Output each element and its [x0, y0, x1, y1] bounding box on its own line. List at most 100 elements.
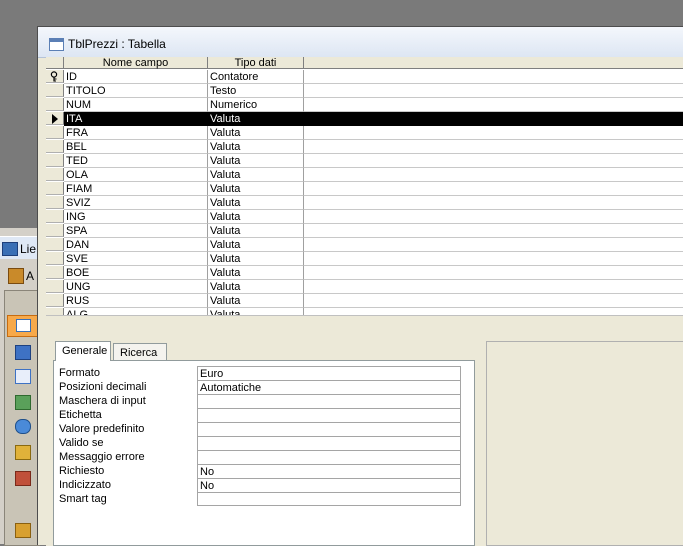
field-name-cell[interactable]: SVE	[64, 252, 208, 266]
property-value-field[interactable]	[197, 422, 461, 436]
data-type-cell[interactable]: Valuta	[208, 154, 304, 168]
row-selector[interactable]	[46, 112, 64, 125]
property-value-field[interactable]	[197, 394, 461, 408]
description-cell[interactable]	[304, 308, 683, 315]
row-selector[interactable]	[46, 196, 64, 209]
table-row[interactable]: RUS Valuta	[46, 294, 683, 308]
description-cell[interactable]	[304, 140, 683, 154]
property-value-field[interactable]	[197, 492, 461, 506]
data-type-cell[interactable]: Valuta	[208, 182, 304, 196]
field-name-cell[interactable]: TED	[64, 154, 208, 168]
description-cell[interactable]	[304, 238, 683, 252]
data-type-cell[interactable]: Valuta	[208, 224, 304, 238]
property-value-field[interactable]: Automatiche	[197, 380, 461, 394]
macro-icon[interactable]	[15, 445, 31, 460]
description-cell[interactable]	[304, 294, 683, 308]
row-selector[interactable]	[46, 168, 64, 181]
data-type-cell[interactable]: Valuta	[208, 112, 304, 126]
row-selector[interactable]	[46, 126, 64, 139]
property-value-field[interactable]: Euro	[197, 366, 461, 380]
objects-tables-button[interactable]	[7, 315, 39, 337]
data-type-cell[interactable]: Testo	[208, 84, 304, 98]
query-icon[interactable]	[15, 345, 31, 360]
description-cell[interactable]	[304, 280, 683, 294]
data-type-cell[interactable]: Valuta	[208, 280, 304, 294]
field-name-cell[interactable]: UNG	[64, 280, 208, 294]
description-cell[interactable]	[304, 98, 683, 112]
table-row[interactable]: BOE Valuta	[46, 266, 683, 280]
description-cell[interactable]	[304, 126, 683, 140]
data-type-cell[interactable]: Valuta	[208, 238, 304, 252]
field-name-cell[interactable]: FIAM	[64, 182, 208, 196]
row-selector[interactable]	[46, 224, 64, 237]
data-type-cell[interactable]: Valuta	[208, 140, 304, 154]
field-name-cell[interactable]: TITOLO	[64, 84, 208, 98]
description-cell[interactable]	[304, 168, 683, 182]
row-selector[interactable]	[46, 210, 64, 223]
table-row[interactable]: FRA Valuta	[46, 126, 683, 140]
data-type-cell[interactable]: Valuta	[208, 168, 304, 182]
field-name-cell[interactable]: SVIZ	[64, 196, 208, 210]
data-type-cell[interactable]: Numerico	[208, 98, 304, 112]
tab-ricerca[interactable]: Ricerca	[113, 343, 167, 361]
row-selector[interactable]	[46, 238, 64, 251]
table-row[interactable]: OLA Valuta	[46, 168, 683, 182]
table-row[interactable]: SVIZ Valuta	[46, 196, 683, 210]
table-row[interactable]: TITOLO Testo	[46, 84, 683, 98]
row-selector[interactable]	[46, 140, 64, 153]
field-name-cell[interactable]: NUM	[64, 98, 208, 112]
row-selector[interactable]	[46, 182, 64, 195]
field-name-cell[interactable]: ID	[64, 70, 208, 84]
column-header-data-type[interactable]: Tipo dati	[208, 57, 304, 69]
field-name-cell[interactable]: DAN	[64, 238, 208, 252]
description-cell[interactable]	[304, 182, 683, 196]
description-cell[interactable]	[304, 266, 683, 280]
table-row[interactable]: SPA Valuta	[46, 224, 683, 238]
row-selector[interactable]	[46, 252, 64, 265]
module-icon[interactable]	[15, 471, 31, 486]
data-type-cell[interactable]: Valuta	[208, 266, 304, 280]
field-name-cell[interactable]: ALG	[64, 308, 208, 315]
field-name-cell[interactable]: ING	[64, 210, 208, 224]
row-selector[interactable]	[46, 308, 64, 315]
table-row[interactable]: ITA Valuta	[46, 112, 683, 126]
table-row[interactable]: TED Valuta	[46, 154, 683, 168]
data-type-cell[interactable]: Valuta	[208, 252, 304, 266]
description-cell[interactable]	[304, 112, 683, 126]
row-selector[interactable]	[46, 266, 64, 279]
row-selector[interactable]	[46, 84, 64, 97]
field-name-cell[interactable]: BOE	[64, 266, 208, 280]
field-name-cell[interactable]: BEL	[64, 140, 208, 154]
row-selector[interactable]	[46, 294, 64, 307]
data-type-cell[interactable]: Valuta	[208, 126, 304, 140]
row-selector[interactable]	[46, 98, 64, 111]
property-value-field[interactable]: No	[197, 478, 461, 492]
description-cell[interactable]	[304, 224, 683, 238]
table-row[interactable]: ID Contatore	[46, 70, 683, 84]
property-value-field[interactable]	[197, 436, 461, 450]
group-icon[interactable]	[15, 523, 31, 538]
data-type-cell[interactable]: Valuta	[208, 308, 304, 315]
row-selector[interactable]	[46, 70, 64, 83]
table-row[interactable]: FIAM Valuta	[46, 182, 683, 196]
table-row[interactable]: SVE Valuta	[46, 252, 683, 266]
row-selector[interactable]	[46, 280, 64, 293]
field-name-cell[interactable]: ITA	[64, 112, 208, 126]
field-name-cell[interactable]: FRA	[64, 126, 208, 140]
data-type-cell[interactable]: Valuta	[208, 210, 304, 224]
property-value-field[interactable]	[197, 450, 461, 464]
property-value-field[interactable]	[197, 408, 461, 422]
column-header-description[interactable]	[304, 57, 683, 69]
column-header-field-name[interactable]: Nome campo	[64, 57, 208, 69]
table-row[interactable]: ING Valuta	[46, 210, 683, 224]
table-row[interactable]: ALG Valuta	[46, 308, 683, 315]
description-cell[interactable]	[304, 196, 683, 210]
table-row[interactable]: NUM Numerico	[46, 98, 683, 112]
data-type-cell[interactable]: Valuta	[208, 196, 304, 210]
open-button-label[interactable]: A	[26, 269, 34, 283]
table-row[interactable]: UNG Valuta	[46, 280, 683, 294]
form-icon[interactable]	[15, 369, 31, 384]
description-cell[interactable]	[304, 84, 683, 98]
report-icon[interactable]	[15, 395, 31, 410]
description-cell[interactable]	[304, 70, 683, 84]
